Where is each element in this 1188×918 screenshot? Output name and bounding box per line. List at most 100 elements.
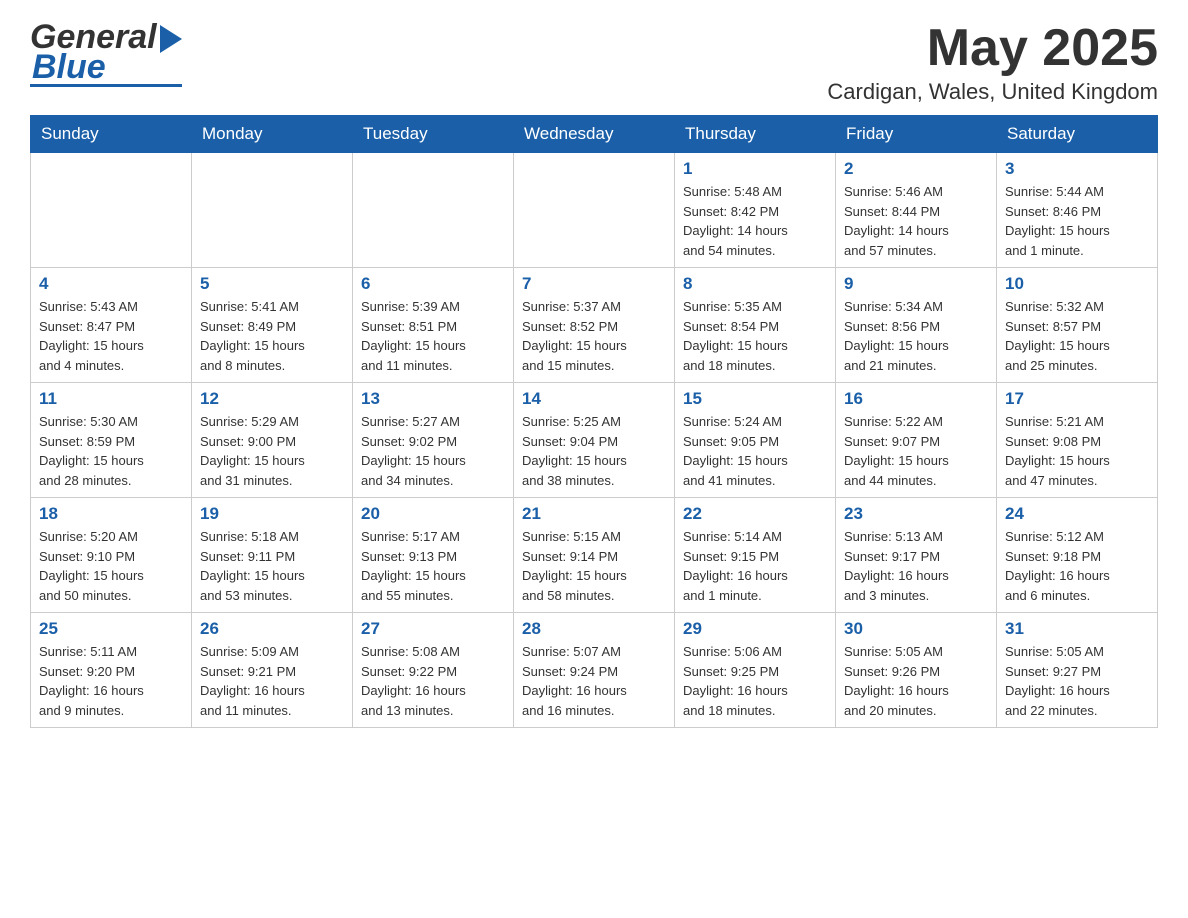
- calendar-cell: 11 Sunrise: 5:30 AM Sunset: 8:59 PM Dayli…: [31, 383, 192, 498]
- day-info: Sunrise: 5:46 AM Sunset: 8:44 PM Dayligh…: [844, 182, 988, 260]
- calendar-cell: 25 Sunrise: 5:11 AM Sunset: 9:20 PM Dayli…: [31, 613, 192, 728]
- day-number: 2: [844, 159, 988, 179]
- day-number: 19: [200, 504, 344, 524]
- calendar-header-wednesday: Wednesday: [514, 116, 675, 153]
- day-number: 18: [39, 504, 183, 524]
- day-number: 16: [844, 389, 988, 409]
- calendar-cell: 20 Sunrise: 5:17 AM Sunset: 9:13 PM Dayli…: [353, 498, 514, 613]
- day-number: 14: [522, 389, 666, 409]
- day-info: Sunrise: 5:32 AM Sunset: 8:57 PM Dayligh…: [1005, 297, 1149, 375]
- day-number: 31: [1005, 619, 1149, 639]
- calendar-cell: 1 Sunrise: 5:48 AM Sunset: 8:42 PM Daylig…: [675, 153, 836, 268]
- calendar-header-tuesday: Tuesday: [353, 116, 514, 153]
- day-number: 3: [1005, 159, 1149, 179]
- day-info: Sunrise: 5:24 AM Sunset: 9:05 PM Dayligh…: [683, 412, 827, 490]
- calendar-cell: 12 Sunrise: 5:29 AM Sunset: 9:00 PM Dayli…: [192, 383, 353, 498]
- calendar-cell: [192, 153, 353, 268]
- day-number: 17: [1005, 389, 1149, 409]
- logo: General Blue: [30, 20, 182, 87]
- day-info: Sunrise: 5:21 AM Sunset: 9:08 PM Dayligh…: [1005, 412, 1149, 490]
- calendar-cell: 23Sunrise: 5:13 AM Sunset: 9:17 PM Dayli…: [836, 498, 997, 613]
- day-info: Sunrise: 5:08 AM Sunset: 9:22 PM Dayligh…: [361, 642, 505, 720]
- day-info: Sunrise: 5:48 AM Sunset: 8:42 PM Dayligh…: [683, 182, 827, 260]
- day-info: Sunrise: 5:12 AM Sunset: 9:18 PM Dayligh…: [1005, 527, 1149, 605]
- day-info: Sunrise: 5:39 AM Sunset: 8:51 PM Dayligh…: [361, 297, 505, 375]
- day-info: Sunrise: 5:11 AM Sunset: 9:20 PM Dayligh…: [39, 642, 183, 720]
- day-info: Sunrise: 5:41 AM Sunset: 8:49 PM Dayligh…: [200, 297, 344, 375]
- day-info: Sunrise: 5:25 AM Sunset: 9:04 PM Dayligh…: [522, 412, 666, 490]
- day-info: Sunrise: 5:30 AM Sunset: 8:59 PM Dayligh…: [39, 412, 183, 490]
- day-info: Sunrise: 5:43 AM Sunset: 8:47 PM Dayligh…: [39, 297, 183, 375]
- calendar-cell: 26 Sunrise: 5:09 AM Sunset: 9:21 PM Dayli…: [192, 613, 353, 728]
- day-number: 21: [522, 504, 666, 524]
- day-info: Sunrise: 5:09 AM Sunset: 9:21 PM Dayligh…: [200, 642, 344, 720]
- day-number: 10: [1005, 274, 1149, 294]
- calendar-cell: 4Sunrise: 5:43 AM Sunset: 8:47 PM Daylig…: [31, 268, 192, 383]
- day-number: 26: [200, 619, 344, 639]
- calendar-cell: 31 Sunrise: 5:05 AM Sunset: 9:27 PM Dayli…: [997, 613, 1158, 728]
- calendar-cell: 29 Sunrise: 5:06 AM Sunset: 9:25 PM Dayli…: [675, 613, 836, 728]
- location: Cardigan, Wales, United Kingdom: [827, 79, 1158, 105]
- logo-arrow-icon: [160, 25, 182, 53]
- calendar-cell: 22 Sunrise: 5:14 AM Sunset: 9:15 PM Dayli…: [675, 498, 836, 613]
- day-info: Sunrise: 5:29 AM Sunset: 9:00 PM Dayligh…: [200, 412, 344, 490]
- day-info: Sunrise: 5:17 AM Sunset: 9:13 PM Dayligh…: [361, 527, 505, 605]
- day-info: Sunrise: 5:06 AM Sunset: 9:25 PM Dayligh…: [683, 642, 827, 720]
- day-info: Sunrise: 5:27 AM Sunset: 9:02 PM Dayligh…: [361, 412, 505, 490]
- day-number: 1: [683, 159, 827, 179]
- day-info: Sunrise: 5:44 AM Sunset: 8:46 PM Dayligh…: [1005, 182, 1149, 260]
- day-number: 6: [361, 274, 505, 294]
- calendar-cell: 9 Sunrise: 5:34 AM Sunset: 8:56 PM Daylig…: [836, 268, 997, 383]
- day-info: Sunrise: 5:05 AM Sunset: 9:27 PM Dayligh…: [1005, 642, 1149, 720]
- calendar-header-sunday: Sunday: [31, 116, 192, 153]
- calendar-cell: 30Sunrise: 5:05 AM Sunset: 9:26 PM Dayli…: [836, 613, 997, 728]
- day-number: 28: [522, 619, 666, 639]
- day-info: Sunrise: 5:35 AM Sunset: 8:54 PM Dayligh…: [683, 297, 827, 375]
- calendar-cell: 5 Sunrise: 5:41 AM Sunset: 8:49 PM Daylig…: [192, 268, 353, 383]
- day-number: 20: [361, 504, 505, 524]
- day-info: Sunrise: 5:20 AM Sunset: 9:10 PM Dayligh…: [39, 527, 183, 605]
- calendar-cell: [353, 153, 514, 268]
- week-row-3: 11 Sunrise: 5:30 AM Sunset: 8:59 PM Dayli…: [31, 383, 1158, 498]
- calendar-cell: [31, 153, 192, 268]
- calendar-cell: 24Sunrise: 5:12 AM Sunset: 9:18 PM Dayli…: [997, 498, 1158, 613]
- calendar-table: SundayMondayTuesdayWednesdayThursdayFrid…: [30, 115, 1158, 728]
- calendar-cell: 2 Sunrise: 5:46 AM Sunset: 8:44 PM Daylig…: [836, 153, 997, 268]
- day-number: 11: [39, 389, 183, 409]
- day-info: Sunrise: 5:18 AM Sunset: 9:11 PM Dayligh…: [200, 527, 344, 605]
- day-info: Sunrise: 5:05 AM Sunset: 9:26 PM Dayligh…: [844, 642, 988, 720]
- calendar-header-monday: Monday: [192, 116, 353, 153]
- day-number: 9: [844, 274, 988, 294]
- day-info: Sunrise: 5:14 AM Sunset: 9:15 PM Dayligh…: [683, 527, 827, 605]
- day-info: Sunrise: 5:07 AM Sunset: 9:24 PM Dayligh…: [522, 642, 666, 720]
- day-number: 12: [200, 389, 344, 409]
- day-number: 13: [361, 389, 505, 409]
- day-number: 15: [683, 389, 827, 409]
- day-number: 8: [683, 274, 827, 294]
- calendar-cell: 8 Sunrise: 5:35 AM Sunset: 8:54 PM Daylig…: [675, 268, 836, 383]
- calendar-cell: [514, 153, 675, 268]
- page-header: General Blue May 2025 Cardigan, Wales, U…: [30, 20, 1158, 105]
- calendar-header-row: SundayMondayTuesdayWednesdayThursdayFrid…: [31, 116, 1158, 153]
- calendar-cell: 18 Sunrise: 5:20 AM Sunset: 9:10 PM Dayli…: [31, 498, 192, 613]
- month-title: May 2025: [827, 20, 1158, 77]
- calendar-cell: 6 Sunrise: 5:39 AM Sunset: 8:51 PM Daylig…: [353, 268, 514, 383]
- logo-blue-text: Blue: [32, 50, 106, 84]
- day-number: 5: [200, 274, 344, 294]
- calendar-cell: 13 Sunrise: 5:27 AM Sunset: 9:02 PM Dayli…: [353, 383, 514, 498]
- day-info: Sunrise: 5:34 AM Sunset: 8:56 PM Dayligh…: [844, 297, 988, 375]
- calendar-cell: 14 Sunrise: 5:25 AM Sunset: 9:04 PM Dayli…: [514, 383, 675, 498]
- calendar-header-friday: Friday: [836, 116, 997, 153]
- calendar-cell: 15 Sunrise: 5:24 AM Sunset: 9:05 PM Dayli…: [675, 383, 836, 498]
- calendar-cell: 3 Sunrise: 5:44 AM Sunset: 8:46 PM Daylig…: [997, 153, 1158, 268]
- day-number: 29: [683, 619, 827, 639]
- day-info: Sunrise: 5:37 AM Sunset: 8:52 PM Dayligh…: [522, 297, 666, 375]
- calendar-cell: 17 Sunrise: 5:21 AM Sunset: 9:08 PM Dayli…: [997, 383, 1158, 498]
- day-info: Sunrise: 5:22 AM Sunset: 9:07 PM Dayligh…: [844, 412, 988, 490]
- day-number: 25: [39, 619, 183, 639]
- day-number: 22: [683, 504, 827, 524]
- day-number: 7: [522, 274, 666, 294]
- day-info: Sunrise: 5:13 AM Sunset: 9:17 PM Dayligh…: [844, 527, 988, 605]
- calendar-header-thursday: Thursday: [675, 116, 836, 153]
- logo-underline: [30, 84, 182, 87]
